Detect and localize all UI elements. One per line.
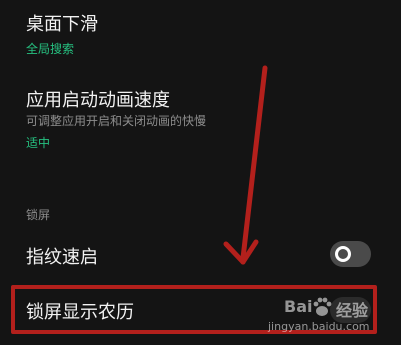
- fingerprint-toggle[interactable]: [330, 241, 371, 267]
- desktop-swipe-value: 全局搜索: [26, 42, 75, 56]
- fingerprint-title: 指纹速启: [26, 247, 98, 268]
- settings-screen: 桌面下滑 全局搜索 应用启动动画速度 可调整应用开启和关闭动画的快慢 适中 锁屏…: [0, 0, 401, 345]
- app-animation-value: 适中: [26, 136, 51, 150]
- watermark-logo-jingyan: 经验: [336, 301, 369, 320]
- desktop-swipe-title: 桌面下滑: [26, 14, 98, 35]
- lock-section-header: 锁屏: [26, 208, 51, 222]
- baidu-paw-icon: [313, 297, 332, 316]
- watermark-url: jingyan.baidu.com: [268, 320, 370, 333]
- watermark-logo-bai: Bai: [284, 297, 313, 316]
- toggle-knob: [335, 246, 351, 262]
- app-animation-desc: 可调整应用开启和关闭动画的快慢: [26, 114, 207, 128]
- app-animation-title: 应用启动动画速度: [26, 90, 170, 111]
